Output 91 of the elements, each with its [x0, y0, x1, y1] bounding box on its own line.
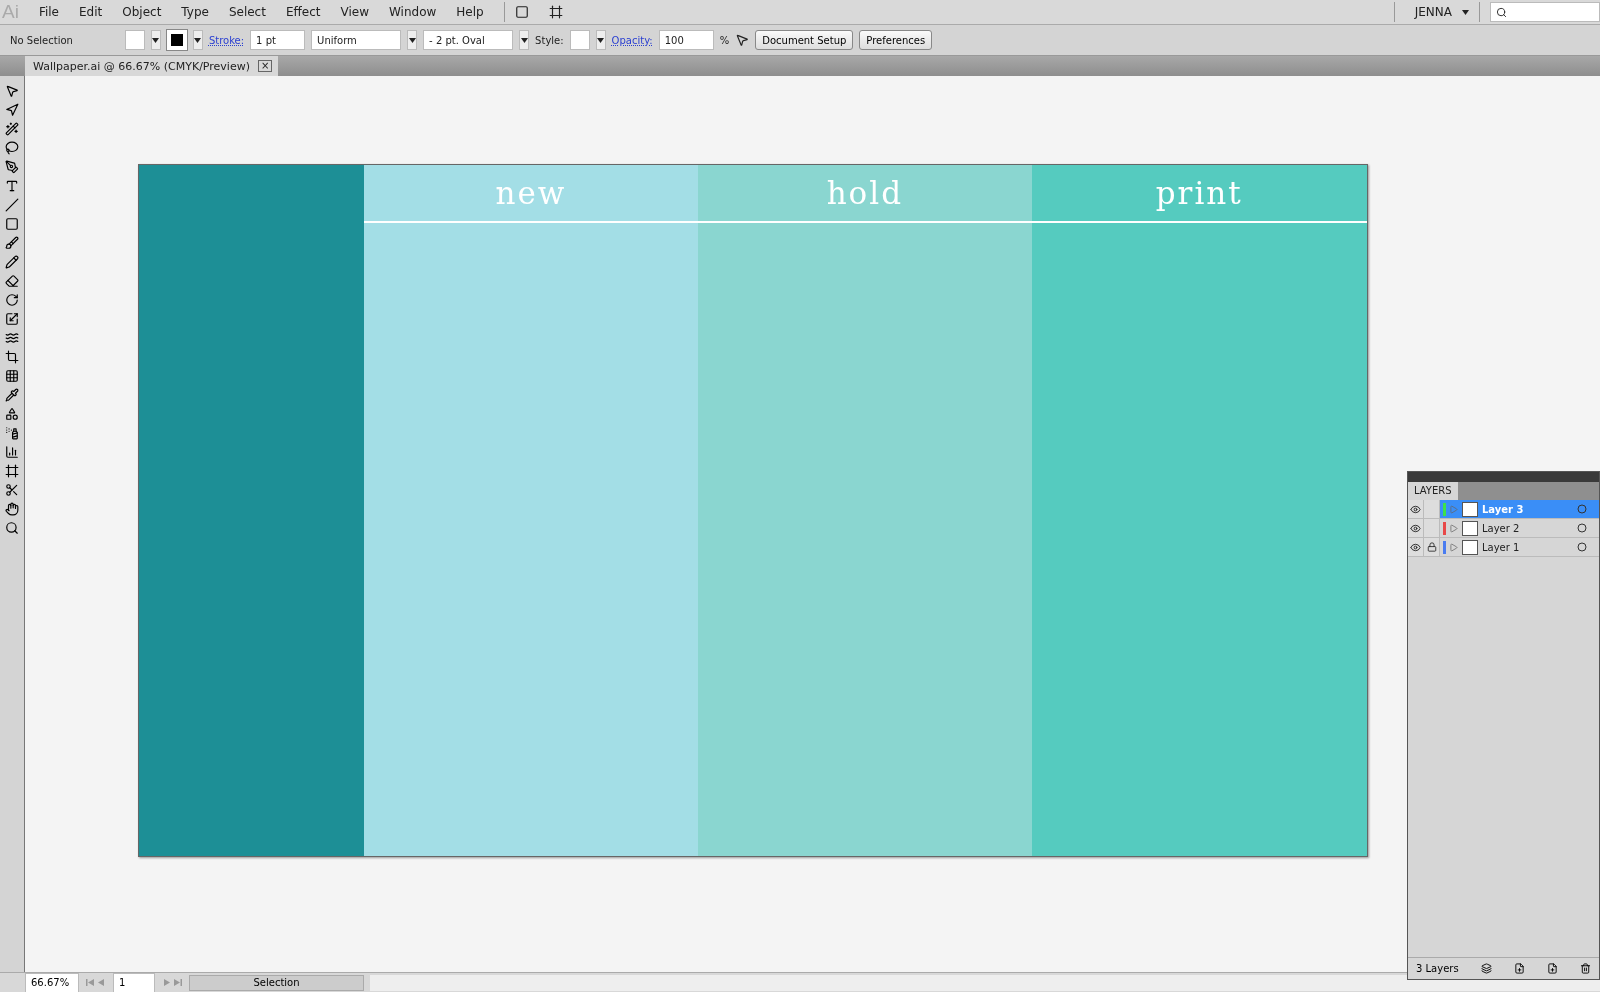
- dropdown-button[interactable]: [595, 30, 606, 50]
- document-title: Wallpaper.ai @ 66.67% (CMYK/Preview): [33, 59, 250, 73]
- dropdown-button[interactable]: [519, 30, 530, 50]
- eye-icon[interactable]: [1410, 541, 1421, 553]
- selection-status: No Selection: [10, 34, 73, 46]
- layer-count: 3 Layers: [1416, 963, 1459, 974]
- spray-icon[interactable]: [5, 426, 19, 440]
- type-tool-icon[interactable]: [5, 179, 19, 193]
- panel-tab[interactable]: LAYERS: [1408, 482, 1458, 500]
- status-tool-field[interactable]: Selection: [189, 974, 364, 991]
- column-heading: hold: [698, 165, 1032, 223]
- brush-field[interactable]: - 2 pt. Oval: [423, 30, 514, 50]
- scale-icon[interactable]: [5, 312, 19, 326]
- layer-thumbnail: [1462, 539, 1478, 555]
- stroke-swatch[interactable]: [166, 30, 187, 50]
- direct-selection-tool-icon[interactable]: [5, 103, 19, 117]
- dropdown-button[interactable]: [407, 30, 418, 50]
- layer-thumbnail: [1462, 501, 1478, 517]
- rectangle-tool-icon[interactable]: [5, 217, 19, 231]
- blend-icon[interactable]: [5, 407, 19, 421]
- percent-label: %: [719, 34, 730, 46]
- horizontal-scrollbar[interactable]: [370, 974, 1600, 991]
- eye-icon[interactable]: [1410, 522, 1421, 534]
- layer-name: Layer 2: [1482, 522, 1521, 534]
- eye-icon[interactable]: [1410, 503, 1421, 515]
- cursor-icon[interactable]: [735, 33, 750, 47]
- page-field[interactable]: 1: [113, 972, 155, 992]
- pencil-icon[interactable]: [5, 255, 19, 269]
- search-icon: [1496, 6, 1507, 18]
- rotate-icon[interactable]: [5, 293, 19, 307]
- menu-item[interactable]: View: [330, 5, 379, 19]
- hand-icon[interactable]: [5, 502, 19, 516]
- layers-icon[interactable]: [1481, 963, 1492, 974]
- lock-icon[interactable]: [1426, 542, 1437, 552]
- close-tab-button[interactable]: ×: [257, 60, 273, 72]
- caret-icon[interactable]: [1462, 9, 1469, 15]
- menu-item[interactable]: Object: [112, 5, 172, 19]
- document-tab[interactable]: Wallpaper.ai @ 66.67% (CMYK/Preview) ×: [25, 56, 279, 76]
- stroke-weight-field[interactable]: 1 pt: [250, 30, 306, 50]
- eyedropper-icon[interactable]: [5, 388, 19, 402]
- menu-item[interactable]: Edit: [69, 5, 113, 19]
- menu-item[interactable]: Select: [218, 5, 276, 19]
- column-heading: print: [1031, 165, 1367, 223]
- new-sublayer-icon[interactable]: [1514, 963, 1525, 974]
- artboard-icon[interactable]: [5, 464, 19, 478]
- mesh-icon[interactable]: [5, 369, 19, 383]
- caret-icon[interactable]: [408, 37, 416, 43]
- zoom-icon[interactable]: [5, 521, 19, 535]
- layer-row[interactable]: Layer 2: [1408, 519, 1599, 538]
- zoom-field[interactable]: 66.67%: [25, 972, 79, 992]
- toolbar-button[interactable]: Preferences: [859, 30, 933, 50]
- workspace-switcher[interactable]: JENNA: [1404, 5, 1462, 19]
- warp-icon[interactable]: [5, 331, 19, 345]
- layer-name: Layer 3: [1482, 503, 1525, 515]
- search-field[interactable]: [1490, 2, 1600, 22]
- layer-row[interactable]: Layer 1: [1408, 538, 1599, 557]
- fill-swatch[interactable]: [124, 30, 145, 50]
- caret-icon[interactable]: [194, 37, 202, 43]
- menu-item[interactable]: Window: [378, 5, 447, 19]
- selection-tool-icon[interactable]: [5, 84, 19, 98]
- new-layer-icon[interactable]: [1547, 963, 1558, 974]
- style-label: Style:: [535, 34, 564, 46]
- caret-icon[interactable]: [152, 37, 160, 43]
- graph-icon[interactable]: [5, 445, 19, 459]
- trash-icon[interactable]: [1580, 963, 1591, 974]
- knife-icon[interactable]: [5, 483, 19, 497]
- toolbar-button[interactable]: Document Setup: [755, 30, 854, 50]
- style-swatch[interactable]: [569, 30, 590, 50]
- dropdown-button[interactable]: [150, 30, 161, 50]
- pen-tool-icon[interactable]: [5, 160, 19, 174]
- eraser-icon[interactable]: [5, 274, 19, 288]
- bridge-icon[interactable]: [514, 5, 529, 19]
- menu-item[interactable]: Effect: [275, 5, 331, 19]
- caret-icon[interactable]: [520, 37, 528, 43]
- arrange-icon[interactable]: [548, 5, 563, 19]
- dropdown-button[interactable]: [192, 30, 203, 50]
- menu-item[interactable]: File: [28, 5, 69, 19]
- magic-wand-icon[interactable]: [5, 122, 19, 136]
- menu-item[interactable]: Type: [171, 5, 219, 19]
- opacity-field[interactable]: 100: [658, 30, 714, 50]
- caret-icon[interactable]: [597, 37, 605, 43]
- stroke-link[interactable]: Stroke:: [208, 34, 245, 46]
- opacity-link[interactable]: Opacity:: [611, 34, 653, 46]
- brush-icon[interactable]: [5, 236, 19, 250]
- layer-thumbnail: [1462, 520, 1478, 536]
- menu-item[interactable]: Help: [446, 5, 494, 19]
- profile-field[interactable]: Uniform: [311, 30, 402, 50]
- line-tool-icon[interactable]: [5, 198, 19, 212]
- layer-name: Layer 1: [1482, 541, 1521, 553]
- crop-icon[interactable]: [5, 350, 19, 364]
- lasso-icon[interactable]: [5, 141, 19, 155]
